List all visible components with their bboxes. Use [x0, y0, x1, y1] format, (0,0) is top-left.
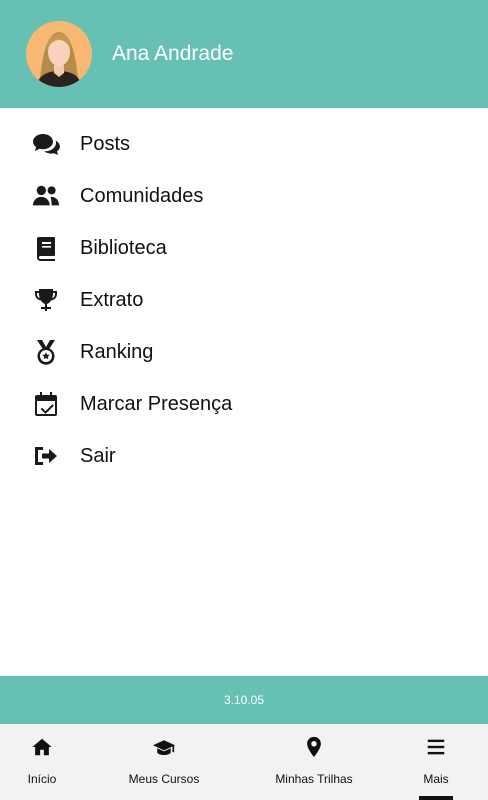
- nav-label: Início: [27, 772, 57, 786]
- menu-item-label: Marcar Presença: [80, 392, 233, 415]
- user-name: Ana Andrade: [112, 42, 234, 65]
- app-version: 3.10.05: [223, 693, 265, 707]
- home-icon: [31, 736, 53, 763]
- menu-item-label: Ranking: [80, 340, 154, 363]
- sign-out-icon: [30, 442, 62, 470]
- nav-item-mais[interactable]: Mais: [384, 724, 488, 800]
- side-menu: Posts Comunidades Biblioteca Extrato Ran…: [0, 118, 488, 482]
- trophy-icon: [30, 286, 62, 314]
- nav-label: Mais: [423, 772, 449, 786]
- nav-item-meus-cursos[interactable]: Meus Cursos: [84, 724, 244, 800]
- menu-item-ranking[interactable]: Ranking: [0, 326, 488, 378]
- version-bar: 3.10.05: [0, 676, 488, 724]
- nav-item-minhas-trilhas[interactable]: Minhas Trilhas: [244, 724, 384, 800]
- users-icon: [30, 182, 62, 210]
- active-tab-indicator: [419, 796, 453, 800]
- menu-item-label: Posts: [80, 132, 131, 155]
- calendar-check-icon: [30, 390, 62, 418]
- menu-item-marcar-presenca[interactable]: Marcar Presença: [0, 378, 488, 430]
- menu-item-sair[interactable]: Sair: [0, 430, 488, 482]
- nav-label: Meus Cursos: [128, 772, 200, 786]
- menu-icon: [425, 736, 447, 763]
- menu-item-comunidades[interactable]: Comunidades: [0, 170, 488, 222]
- menu-item-extrato[interactable]: Extrato: [0, 274, 488, 326]
- comments-icon: [30, 130, 62, 158]
- menu-item-label: Comunidades: [80, 184, 204, 207]
- menu-item-label: Extrato: [80, 288, 144, 311]
- menu-item-biblioteca[interactable]: Biblioteca: [0, 222, 488, 274]
- menu-item-posts[interactable]: Posts: [0, 118, 488, 170]
- nav-label: Minhas Trilhas: [275, 772, 353, 786]
- nav-item-inicio[interactable]: Início: [0, 724, 84, 800]
- avatar[interactable]: [26, 21, 92, 87]
- profile-header: Ana Andrade: [0, 0, 488, 108]
- map-marker-icon: [303, 736, 325, 763]
- medal-icon: [30, 338, 62, 366]
- menu-item-label: Biblioteca: [80, 236, 167, 259]
- book-icon: [30, 234, 62, 262]
- bottom-navigation: Início Meus Cursos Minhas Trilhas Mais: [0, 724, 488, 800]
- menu-item-label: Sair: [80, 444, 116, 467]
- graduation-cap-icon: [153, 736, 175, 763]
